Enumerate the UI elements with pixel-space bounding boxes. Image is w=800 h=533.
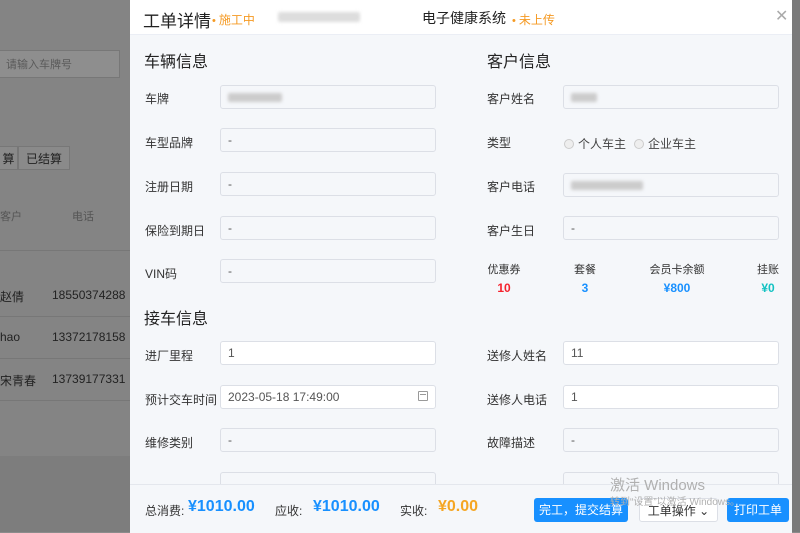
table-cell-name: hao <box>0 330 21 344</box>
table-cell-name: 宋青春 <box>0 374 37 388</box>
due-label: 应收: <box>275 504 303 518</box>
customer-birthday-input[interactable]: - <box>563 216 779 240</box>
plate-search-input: 请输入车牌号 <box>0 50 120 78</box>
brand-label: 车型品牌 <box>145 136 194 150</box>
column-customer: 客户 <box>0 211 22 223</box>
work-order-drawer: 工单详情 • 施工中 电子健康系统 • 未上传 ✕ 车辆信息 车牌 车型品牌 - 注… <box>130 0 792 533</box>
upload-status-badge: • 未上传 <box>512 13 555 27</box>
plate-label: 车牌 <box>145 92 170 106</box>
package-stat-value: 3 <box>581 281 589 295</box>
credit-stat-value: ¥0 <box>761 281 775 295</box>
radio-circle-icon <box>634 139 644 149</box>
paid-value: ¥0.00 <box>438 498 479 515</box>
package-stat-label: 套餐 <box>574 264 596 276</box>
drawer-header: 工单详情 • 施工中 电子健康系统 • 未上传 ✕ <box>130 0 792 35</box>
table-cell-phone: 13739177331 <box>52 372 126 386</box>
customer-name-label: 客户姓名 <box>487 92 536 106</box>
column-phone: 电话 <box>72 211 94 223</box>
vin-input[interactable]: - <box>220 259 436 283</box>
total-label: 总消费: <box>145 504 185 518</box>
redacted-value <box>228 93 282 103</box>
delivery-time-label: 预计交车时间 <box>145 393 218 407</box>
delivery-time-value: 2023-05-18 17:49:00 <box>228 390 340 404</box>
system-name: 电子健康系统 <box>422 10 506 26</box>
sender-name-input[interactable]: 11 <box>563 341 779 365</box>
redacted-value <box>571 181 643 191</box>
sender-phone-label: 送修人电话 <box>487 393 548 407</box>
vin-label: VIN码 <box>145 267 178 281</box>
windows-activation-hint: 转到“设置”以激活 Windows。 <box>610 497 741 508</box>
credit-stat[interactable]: 挂账 ¥0 <box>738 261 798 295</box>
sender-phone-input[interactable]: 1 <box>563 385 779 409</box>
due-value: ¥1010.00 <box>313 498 380 515</box>
total-value: ¥1010.00 <box>188 498 255 515</box>
tab-unsettled: 算 <box>0 146 18 170</box>
fault-input[interactable]: - <box>563 428 779 452</box>
coupon-stat-label: 优惠券 <box>487 264 521 276</box>
page-title: 工单详情 <box>143 12 211 31</box>
coupon-stat[interactable]: 优惠券 10 <box>474 261 534 295</box>
plate-input[interactable] <box>220 85 436 109</box>
table-cell-phone: 18550374288 <box>52 288 126 302</box>
reg-date-label: 注册日期 <box>145 180 194 194</box>
fault-label: 故障描述 <box>487 436 536 450</box>
windows-activation-watermark: 激活 Windows <box>610 477 706 494</box>
vehicle-section-title: 车辆信息 <box>144 54 209 71</box>
radio-company-owner[interactable]: 企业车主 <box>634 135 696 152</box>
mileage-input[interactable]: 1 <box>220 341 436 365</box>
type-label: 类型 <box>487 136 512 150</box>
repair-type-label: 维修类别 <box>145 436 194 450</box>
calendar-icon[interactable] <box>418 391 428 401</box>
credit-stat-label: 挂账 <box>757 264 779 276</box>
package-stat[interactable]: 套餐 3 <box>555 261 615 295</box>
table-cell-name: 赵倩 <box>0 290 25 304</box>
table-cell-phone: 13372178158 <box>52 330 126 344</box>
close-icon[interactable]: ✕ <box>775 6 788 26</box>
coupon-stat-value: 10 <box>497 281 511 295</box>
radio-personal-owner[interactable]: 个人车主 <box>564 135 626 152</box>
repair-type-select[interactable]: - <box>220 428 436 452</box>
order-number-redacted <box>278 12 360 22</box>
redacted-value <box>571 93 597 103</box>
member-card-stat-value: ¥800 <box>663 281 691 295</box>
paid-label: 实收: <box>400 504 428 518</box>
pickup-section-title: 接车信息 <box>144 311 209 328</box>
mileage-label: 进厂里程 <box>145 349 194 363</box>
brand-input[interactable]: - <box>220 128 436 152</box>
background-page: 请输入车牌号 算 已结算 客户 电话 赵倩 18550374288 hao 13… <box>0 0 130 532</box>
status-dot-icon: • <box>212 15 216 27</box>
order-status-badge: • 施工中 <box>212 13 255 27</box>
reg-date-input[interactable]: - <box>220 172 436 196</box>
customer-phone-input[interactable] <box>563 173 779 197</box>
member-card-stat-label: 会员卡余额 <box>649 264 705 276</box>
radio-circle-icon <box>564 139 574 149</box>
delivery-time-picker[interactable]: 2023-05-18 17:49:00 <box>220 385 436 409</box>
customer-birthday-label: 客户生日 <box>487 224 536 238</box>
customer-section-title: 客户信息 <box>487 54 552 71</box>
insurance-input[interactable]: - <box>220 216 436 240</box>
sender-name-label: 送修人姓名 <box>487 349 548 363</box>
customer-name-input[interactable] <box>563 85 779 109</box>
tab-settled: 已结算 <box>18 146 70 170</box>
status-dot-icon: • <box>512 15 516 27</box>
member-card-stat[interactable]: 会员卡余额 ¥800 <box>647 261 707 295</box>
insurance-label: 保险到期日 <box>145 224 206 238</box>
customer-phone-label: 客户电话 <box>487 180 536 194</box>
